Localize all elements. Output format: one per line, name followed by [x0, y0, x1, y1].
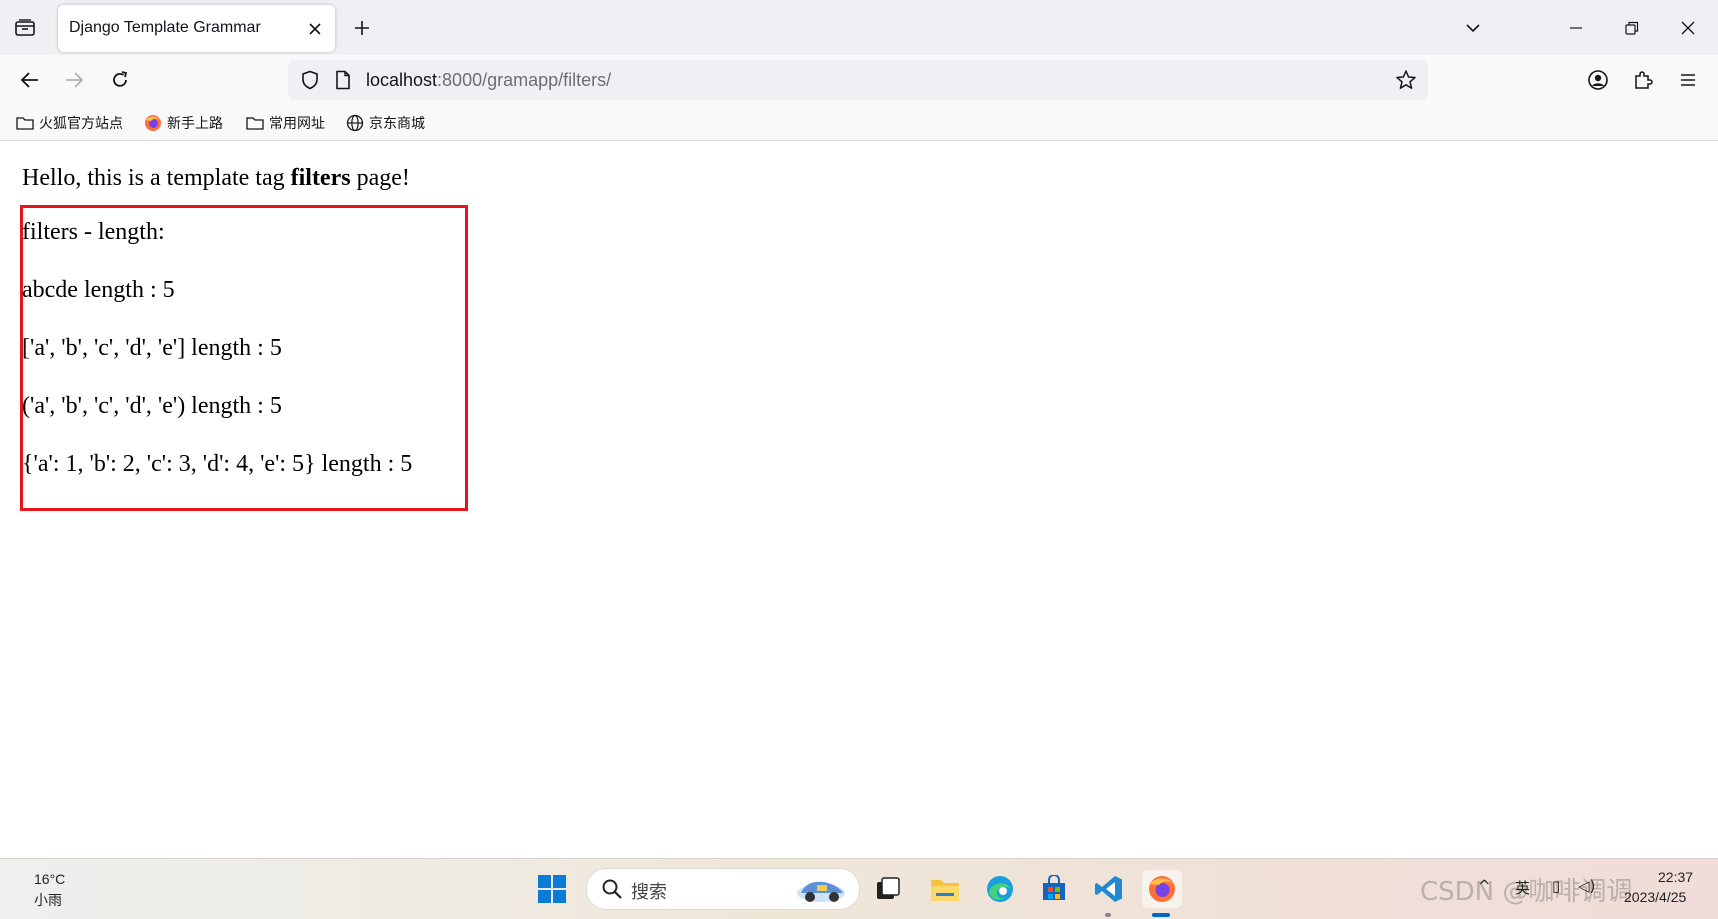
menu-icon[interactable]	[1670, 63, 1706, 97]
edge-browser-icon[interactable]	[980, 870, 1020, 908]
active-tab[interactable]: Django Template Grammar	[58, 5, 335, 52]
tab-strip: Django Template Grammar	[0, 0, 1718, 55]
vscode-running-indicator	[1105, 913, 1111, 917]
bookmark-label: 常用网址	[269, 116, 325, 132]
taskbar: 16°C 小雨 搜索 CSDN @咖啡调调 ^ 英 ▯ ◁) 22:37 202…	[0, 858, 1718, 919]
bookmark-label: 新手上路	[167, 116, 223, 132]
url-text[interactable]: localhost:8000/gramapp/filters/	[366, 70, 611, 91]
bookmark-label: 火狐官方站点	[39, 116, 123, 132]
clock-time[interactable]: 22:37	[1658, 869, 1693, 885]
heading-bold-text: filters	[290, 165, 351, 191]
bookmark-item[interactable]: 火狐官方站点	[16, 112, 123, 134]
page-heading: Hello, this is a template tag filters pa…	[22, 165, 410, 192]
filters-title: filters - length:	[22, 219, 165, 245]
file-explorer-icon[interactable]	[925, 870, 965, 908]
weather-description: 小雨	[34, 893, 62, 909]
restore-icon[interactable]	[1612, 10, 1652, 46]
firefox-taskbar-icon[interactable]	[1142, 870, 1182, 908]
tab-list-icon[interactable]	[8, 12, 42, 44]
bookmark-item[interactable]: 京东商城	[346, 112, 425, 134]
close-window-icon[interactable]	[1668, 10, 1708, 46]
firefox-active-indicator	[1152, 913, 1170, 917]
bookmark-item[interactable]: 常用网址	[246, 112, 325, 134]
url-path: :8000/gramapp/filters/	[437, 70, 612, 90]
firefox-icon	[145, 115, 161, 131]
bookmark-star-icon[interactable]	[1394, 68, 1418, 92]
string-length-line: abcde length : 5	[22, 277, 175, 303]
bookmark-label: 京东商城	[369, 116, 425, 132]
folder-icon	[16, 117, 34, 130]
new-tab-icon[interactable]	[348, 14, 376, 42]
tab-title: Django Template Grammar	[69, 19, 261, 36]
search-placeholder: 搜索	[631, 882, 667, 903]
page-info-icon[interactable]	[332, 69, 354, 91]
list-length-line: ['a', 'b', 'c', 'd', 'e'] length : 5	[22, 335, 282, 361]
tuple-length-line: ('a', 'b', 'c', 'd', 'e') length : 5	[22, 393, 282, 419]
page-content: Hello, this is a template tag filters pa…	[0, 141, 1718, 858]
clock-date[interactable]: 2023/4/25	[1624, 889, 1686, 905]
tray-overflow-chevron-icon[interactable]: ^	[1478, 877, 1491, 895]
volume-icon[interactable]: ◁)	[1578, 877, 1595, 895]
heading-text-end: page!	[350, 165, 410, 191]
search-highlight-car-icon	[797, 881, 845, 902]
task-view-icon[interactable]	[868, 870, 908, 908]
search-icon	[602, 879, 622, 899]
url-host: localhost	[366, 70, 438, 90]
start-windows-icon[interactable]	[532, 870, 572, 908]
taskbar-search-box[interactable]: 搜索	[586, 868, 860, 910]
tracking-protection-shield-icon[interactable]	[298, 68, 322, 92]
bookmarks-toolbar: 火狐官方站点 新手上路 常用网址 京东商城	[0, 105, 1718, 141]
vscode-icon[interactable]	[1089, 870, 1129, 908]
folder-icon	[246, 117, 264, 130]
url-bar[interactable]: localhost:8000/gramapp/filters/	[288, 60, 1428, 100]
microsoft-store-icon[interactable]	[1034, 870, 1074, 908]
globe-icon	[346, 114, 364, 132]
dict-length-line: {'a': 1, 'b': 2, 'c': 3, 'd': 4, 'e': 5}…	[22, 451, 413, 477]
bookmark-item[interactable]: 新手上路	[144, 112, 223, 134]
network-icon[interactable]: ▯	[1552, 877, 1560, 895]
input-language-indicator[interactable]: 英	[1515, 877, 1530, 898]
minimize-icon[interactable]	[1556, 10, 1596, 46]
heading-text: Hello, this is a template tag	[22, 165, 291, 191]
weather-temperature: 16°C	[34, 871, 66, 887]
forward-icon[interactable]	[56, 63, 92, 97]
extensions-icon[interactable]	[1625, 63, 1661, 97]
back-icon[interactable]	[12, 63, 48, 97]
tab-close-icon[interactable]	[303, 17, 327, 41]
navigation-bar: localhost:8000/gramapp/filters/	[0, 55, 1718, 105]
reload-icon[interactable]	[102, 63, 138, 97]
list-all-tabs-icon[interactable]	[1453, 10, 1493, 46]
account-icon[interactable]	[1580, 63, 1616, 97]
